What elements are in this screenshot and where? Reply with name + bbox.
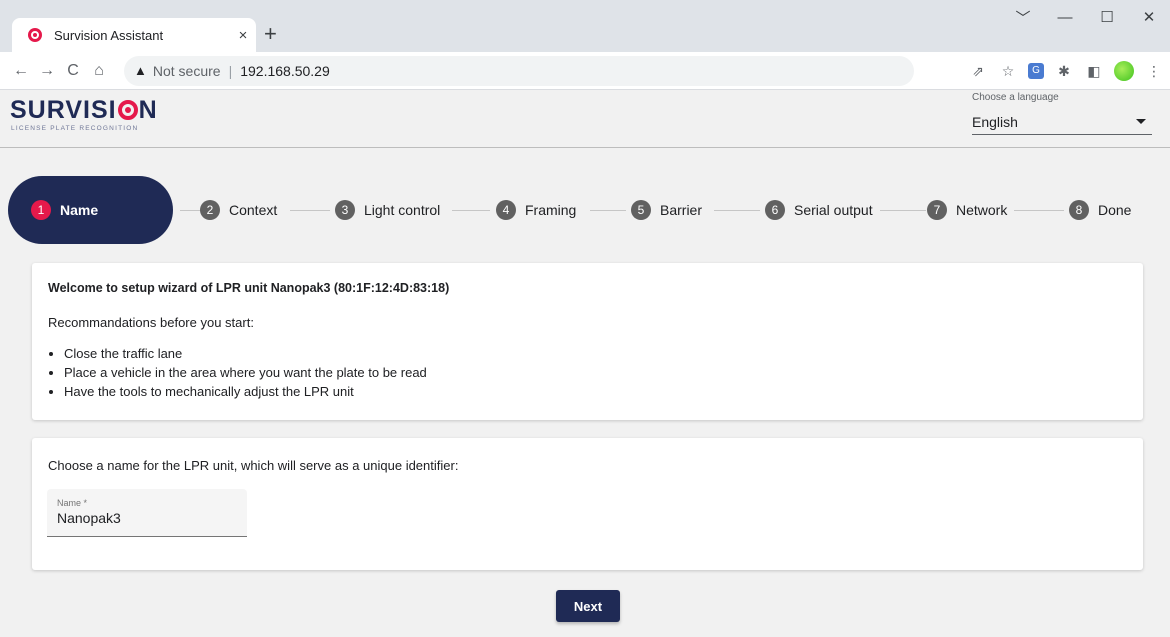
step-serial-output[interactable]: 6 Serial output [765,199,873,221]
step-framing[interactable]: 4 Framing [496,199,576,221]
share-icon[interactable]: ⇗ [968,63,988,80]
survision-logo: SURVISI N [10,96,158,124]
window-controls: ﹀ — ☐ ✕ [1002,0,1170,34]
tab-close-icon[interactable]: × [230,27,256,44]
warning-triangle-icon[interactable]: ▲ [134,63,147,78]
step-connector [290,210,330,211]
list-item: Place a vehicle in the area where you wa… [64,363,1127,382]
more-icon[interactable]: ⋮ [1144,63,1164,80]
caret-down-icon [1136,119,1146,124]
logo-subtitle: LICENSE PLATE RECOGNITION [11,125,139,132]
close-window-button[interactable]: ✕ [1128,8,1170,26]
star-icon[interactable]: ☆ [998,63,1018,80]
step-done[interactable]: 8 Done [1069,199,1131,221]
next-button[interactable]: Next [556,590,620,622]
forward-arrow-icon[interactable]: → [34,62,60,80]
step-connector [1014,210,1064,211]
survision-favicon-icon [28,28,42,42]
language-value: English [972,113,1018,130]
app-header: SURVISI N LICENSE PLATE RECOGNITION Choos… [0,90,1170,148]
reload-icon[interactable]: C [60,62,86,80]
maximize-button[interactable]: ☐ [1086,8,1128,26]
browser-toolbar: ← → C ⌂ ▲ Not secure | 192.168.50.29 ⇗ ☆… [0,52,1170,90]
tab-title: Survision Assistant [54,27,164,43]
name-card: Choose a name for the LPR unit, which wi… [32,438,1143,570]
home-icon[interactable]: ⌂ [86,62,112,80]
google-translate-icon[interactable]: G [1028,63,1044,79]
step-name[interactable]: 1 Name [31,199,98,221]
list-item: Close the traffic lane [64,344,1127,363]
step-connector [452,210,490,211]
step-connector [180,210,202,211]
recommendations-intro: Recommandations before you start: [48,315,254,330]
language-label: Choose a language [972,92,1059,103]
extension-icons: ⇗ ☆ G ✱ ◧ ⋮ [968,52,1164,90]
browser-tabbar: Survision Assistant × + ﹀ — ☐ ✕ [0,0,1170,52]
step-context[interactable]: 2 Context [200,199,277,221]
security-label[interactable]: Not secure [153,63,221,79]
step-barrier[interactable]: 5 Barrier [631,199,702,221]
new-tab-button[interactable]: + [264,22,277,46]
address-bar[interactable]: ▲ Not secure | 192.168.50.29 [124,55,914,86]
name-field-label: Name * [57,498,88,508]
wizard-stepper: 1 Name 2 Context 3 Light control 4 Frami… [8,176,1158,244]
back-arrow-icon[interactable]: ← [8,62,34,80]
welcome-card: Welcome to setup wizard of LPR unit Nano… [32,263,1143,420]
url-text[interactable]: 192.168.50.29 [240,63,330,79]
browser-tab[interactable]: Survision Assistant × [12,18,256,52]
puzzle-icon[interactable]: ✱ [1054,63,1074,80]
step-connector [714,210,760,211]
logo-o-icon [117,100,138,120]
name-field[interactable]: Name * Nanopak3 [47,489,247,537]
sidepanel-icon[interactable]: ◧ [1084,63,1104,80]
step-connector [880,210,926,211]
url-separator: | [228,62,233,79]
name-prompt: Choose a name for the LPR unit, which wi… [48,458,459,473]
step-light-control[interactable]: 3 Light control [335,199,440,221]
list-item: Have the tools to mechanically adjust th… [64,382,1127,401]
recommendations-list: Close the traffic lane Place a vehicle i… [48,344,1127,401]
language-selector: Choose a language English [972,92,1152,135]
language-select[interactable]: English [972,109,1152,135]
step-connector [590,210,626,211]
step-network[interactable]: 7 Network [927,199,1007,221]
tab-search-icon[interactable]: ﹀ [1002,7,1044,28]
minimize-button[interactable]: — [1044,9,1086,26]
welcome-title: Welcome to setup wizard of LPR unit Nano… [48,281,450,295]
profile-icon[interactable] [1114,61,1134,81]
name-field-value[interactable]: Nanopak3 [57,510,237,526]
